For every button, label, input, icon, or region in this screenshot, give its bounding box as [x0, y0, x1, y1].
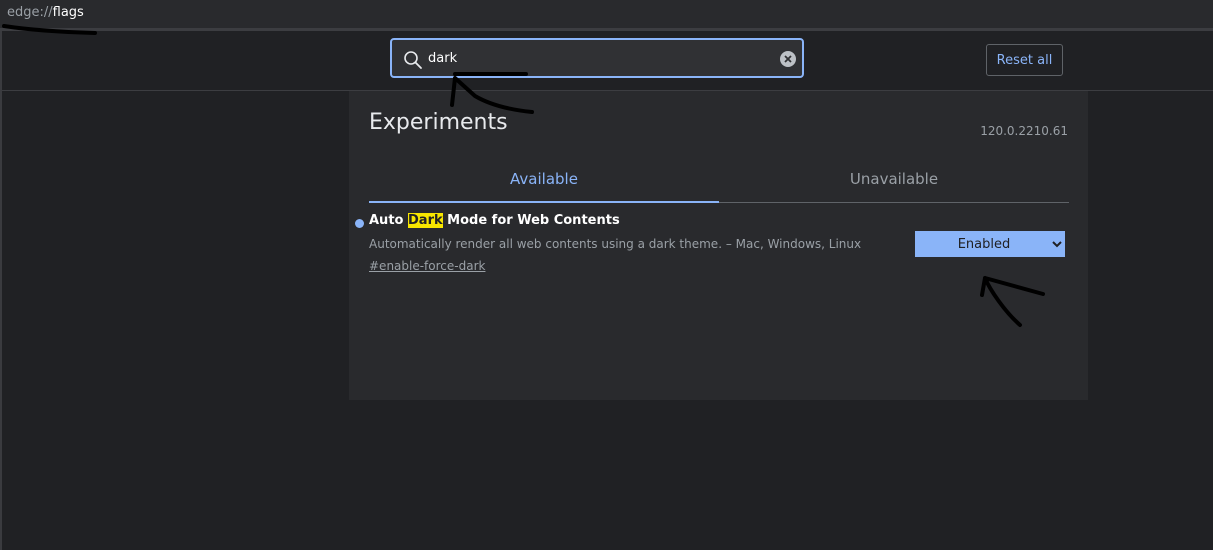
tab-available[interactable]: Available: [369, 161, 719, 203]
address-url[interactable]: edge://flags: [7, 0, 84, 26]
flags-header: Reset all: [2, 31, 1213, 91]
flag-name-suffix: Mode for Web Contents: [442, 213, 620, 228]
version-label: 120.0.2210.61: [980, 124, 1068, 138]
search-icon: [404, 51, 422, 69]
search-match-highlight: Dark: [408, 213, 443, 228]
flag-description: Automatically render all web contents us…: [369, 237, 862, 251]
tab-unavailable[interactable]: Unavailable: [719, 161, 1069, 201]
flag-name-prefix: Auto: [369, 213, 408, 228]
reset-all-button[interactable]: Reset all: [986, 44, 1063, 76]
flag-state-select[interactable]: Enabled: [915, 231, 1065, 257]
flag-item: Auto Dark Mode for Web Contents Automati…: [355, 213, 1075, 283]
url-scheme: edge://: [7, 5, 53, 20]
experiments-panel: Experiments 120.0.2210.61 Available Unav…: [349, 91, 1088, 400]
address-bar[interactable]: edge://flags: [0, 0, 1213, 28]
flag-permalink[interactable]: #enable-force-dark: [369, 259, 485, 273]
url-host: flags: [52, 5, 84, 20]
search-box[interactable]: [390, 38, 804, 78]
tab-bar: Available Unavailable: [369, 161, 1069, 203]
flag-name: Auto Dark Mode for Web Contents: [369, 213, 620, 228]
search-input[interactable]: [428, 47, 758, 69]
window-edge: [0, 31, 2, 550]
clear-icon[interactable]: [780, 51, 796, 67]
enabled-dot-icon: [355, 219, 364, 228]
page-title: Experiments: [369, 110, 508, 135]
